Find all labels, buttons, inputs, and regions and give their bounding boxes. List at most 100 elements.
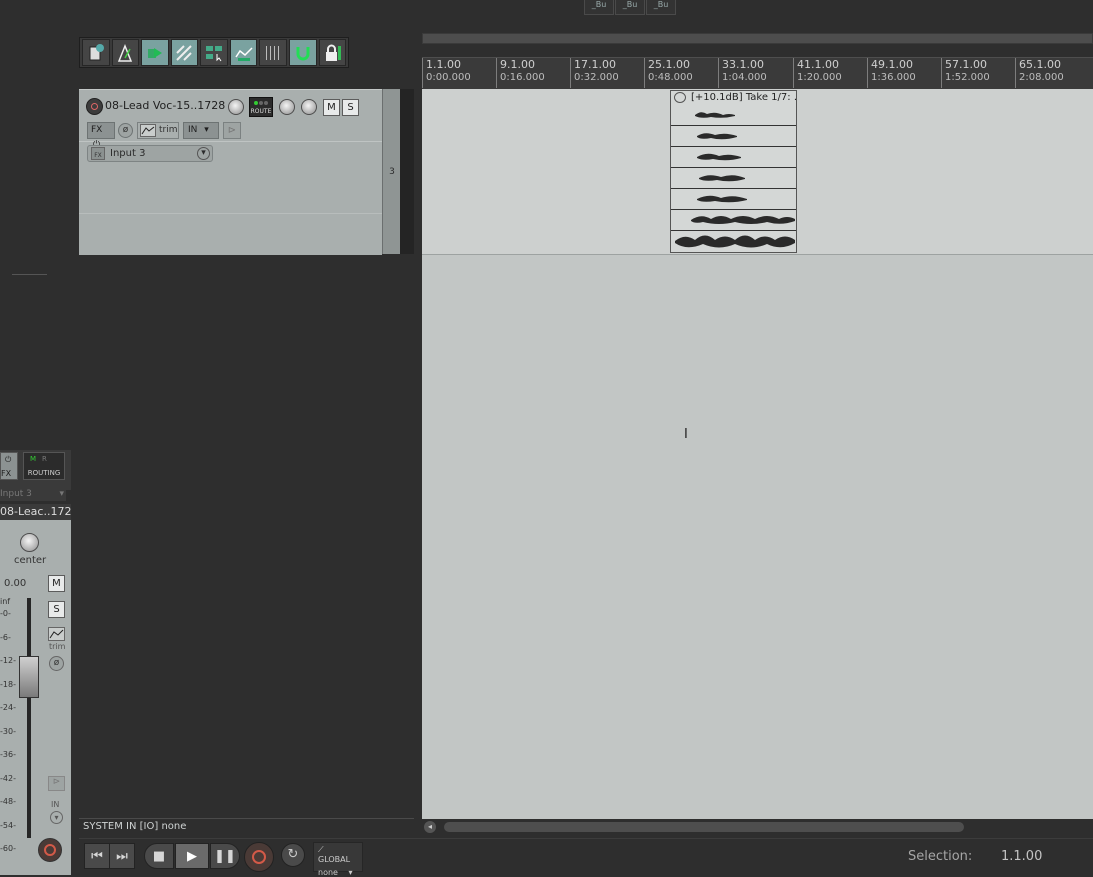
ruler-tick: 57.1.00 1:52.000 [941, 58, 990, 88]
phase-icon[interactable]: ø [118, 123, 133, 138]
fader-track[interactable] [27, 598, 31, 838]
route-indicator-icon [253, 100, 269, 106]
mixer-header: ⏻ FX M R ROUTING [0, 450, 71, 490]
route-button[interactable]: ROUTE [249, 97, 273, 117]
mixer-track-name[interactable]: 08-Leac..1728 [0, 504, 71, 520]
go-to-start-icon[interactable]: ⏮ [84, 843, 110, 869]
automation-icon: ⟋ [318, 845, 324, 854]
auto-crossfade-icon[interactable] [141, 39, 169, 66]
item-title-text: [+10.1dB] Take 1/7: ... [691, 92, 797, 103]
chevron-down-icon: ▾ [197, 147, 210, 160]
ruler-tick: 41.1.00 1:20.000 [793, 58, 842, 88]
ruler-tick: 1.1.00 0:00.000 [422, 58, 471, 88]
top-tab[interactable]: _Bu [646, 0, 676, 15]
stop-icon[interactable]: ■ [144, 843, 174, 869]
ruler-tick: 33.1.00 1:04.000 [718, 58, 767, 88]
media-item[interactable] [670, 90, 797, 253]
grid-icon[interactable] [259, 39, 287, 66]
scroll-thumb[interactable] [444, 822, 964, 832]
pause-icon[interactable]: ❚❚ [210, 843, 240, 869]
pan-knob[interactable] [279, 99, 295, 115]
mixer-pan-knob[interactable] [20, 533, 39, 552]
repeat-icon[interactable]: ↻ [281, 843, 305, 867]
ruler-tick: 65.1.00 2:08.000 [1015, 58, 1064, 88]
fx-button[interactable]: FX ⏻ [87, 122, 115, 150]
text-cursor-icon: I [684, 427, 688, 442]
ruler-tick: 25.1.00 0:48.000 [644, 58, 693, 88]
timeline-overview-scrollbar[interactable] [422, 33, 1093, 44]
mixer-routing-button[interactable]: M R ROUTING [23, 452, 65, 480]
mixer-mute-button[interactable]: M [48, 575, 65, 592]
width-knob[interactable] [301, 99, 317, 115]
top-tab[interactable]: _Bu [584, 0, 614, 15]
take-envelope-icon [674, 92, 686, 103]
tcp-divider [79, 213, 382, 214]
pan-label: center [14, 555, 47, 566]
mixer-in-label[interactable]: IN [51, 800, 59, 809]
tcp-divider [79, 141, 382, 142]
record-arm-button[interactable] [86, 98, 103, 115]
chevron-down-icon[interactable]: ▾ [50, 811, 63, 824]
top-floating-tabs: _Bu _Bu _Bu [584, 0, 677, 16]
new-project-icon[interactable] [82, 39, 110, 66]
mixer-input-select[interactable]: Input 3 ▾ [0, 487, 66, 501]
in-label: IN [188, 125, 198, 135]
fx-chain-icon: FX [91, 147, 105, 160]
chevron-down-icon: ▾ [204, 125, 209, 135]
track-number[interactable]: 3 [382, 89, 401, 254]
fx-label: FX [91, 125, 103, 135]
tcp-resize-handle[interactable] [400, 89, 414, 254]
chevron-down-icon: ▾ [348, 868, 353, 877]
route-label: ROUTE [250, 108, 272, 115]
envelope-points-icon[interactable] [229, 39, 258, 66]
input-monitor-button[interactable]: IN ▾ [183, 122, 219, 139]
free-mode-icon[interactable]: ⊳ [223, 122, 241, 139]
lock-icon[interactable] [318, 39, 347, 66]
record-button[interactable] [244, 842, 274, 872]
mixer-solo-button[interactable]: S [48, 601, 65, 618]
mixer-phase-icon[interactable]: ø [49, 656, 64, 671]
power-icon: ⏻ [5, 455, 12, 464]
mixer-trim-label: trim [49, 642, 66, 651]
waveform [675, 112, 795, 248]
input-label: Input 3 [110, 148, 146, 159]
global-automation-button[interactable]: ⟋ GLOBAL none ▾ [313, 842, 363, 877]
record-icon [44, 844, 56, 856]
ruler-tick: 49.1.00 1:36.000 [867, 58, 916, 88]
system-input-status: SYSTEM IN [IO] none [83, 821, 187, 832]
play-icon[interactable]: ▶ [175, 843, 209, 869]
main-toolbar [79, 37, 349, 68]
selection-value[interactable]: 1.1.00 [1001, 849, 1042, 864]
snap-icon[interactable] [288, 39, 317, 66]
track-name[interactable]: 08-Lead Voc-15..1728 [105, 97, 227, 115]
mixer-free-mode-icon[interactable]: ⊳ [48, 776, 65, 791]
mixer-mute-indicator: M [30, 455, 37, 463]
volume-fader[interactable] [19, 656, 39, 698]
volume-readout[interactable]: 0.00 [4, 578, 26, 589]
volume-knob[interactable] [228, 99, 244, 115]
item-grouping-icon[interactable] [200, 39, 228, 66]
ruler-tick: 17.1.00 0:32.000 [570, 58, 619, 88]
separator [12, 274, 47, 275]
media-item-title[interactable]: [+10.1dB] Take 1/7: ... [670, 90, 797, 105]
mixer-rec-indicator: R [42, 455, 47, 463]
timeline-ruler[interactable]: 1.1.00 0:00.000 9.1.00 0:16.000 17.1.00 0:3… [422, 57, 1093, 89]
metronome-icon[interactable] [111, 39, 140, 66]
mixer-record-arm-button[interactable] [38, 838, 62, 862]
envelope-icon [140, 124, 156, 137]
trim-label: trim [159, 125, 178, 135]
ripple-edit-icon[interactable] [170, 39, 199, 66]
go-to-end-icon[interactable]: ⏭ [109, 843, 135, 869]
selection-label: Selection: [908, 849, 973, 864]
solo-button[interactable]: S [342, 99, 359, 116]
chevron-down-icon: ▾ [59, 489, 64, 499]
top-tab[interactable]: _Bu [615, 0, 645, 15]
ruler-tick: 9.1.00 0:16.000 [496, 58, 545, 88]
input-select[interactable]: FX Input 3 ▾ [87, 145, 213, 162]
mixer-fx-button[interactable]: ⏻ FX [0, 452, 18, 480]
envelope-trim-button[interactable]: trim [137, 122, 179, 139]
separator [79, 818, 414, 819]
mute-button[interactable]: M [323, 99, 340, 116]
scroll-left-icon[interactable]: ◂ [424, 821, 436, 833]
mixer-envelope-icon[interactable] [48, 627, 65, 641]
